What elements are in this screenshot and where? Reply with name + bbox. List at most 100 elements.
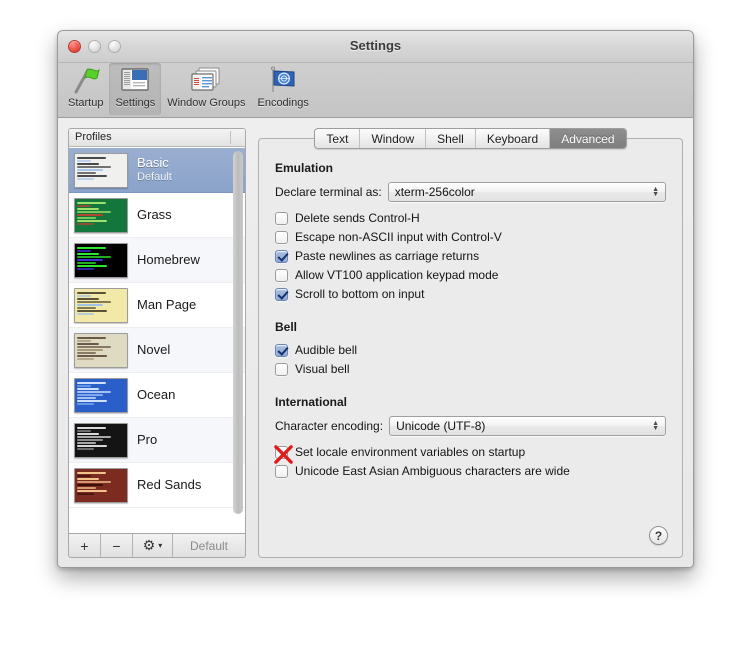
tab-keyboard[interactable]: Keyboard: [476, 129, 551, 148]
un-flag-icon: [266, 65, 300, 95]
toolbar-label: Encodings: [257, 97, 309, 109]
bell-checkbox-group: Audible bell Visual bell: [275, 341, 666, 378]
checkbox-row-unicode-east-asian-ambiguous-characters-are-wide[interactable]: Unicode East Asian Ambiguous characters …: [275, 462, 666, 480]
tab-window[interactable]: Window: [360, 129, 427, 148]
checkbox-audible-bell[interactable]: [275, 343, 288, 357]
checkbox-label: Paste newlines as carriage returns: [295, 249, 480, 263]
declare-terminal-value: xterm-256color: [394, 185, 475, 199]
declare-terminal-select[interactable]: xterm-256color ▲ ▼: [387, 182, 666, 202]
checkbox-row-allow-vt100-application-keypad-mode[interactable]: Allow VT100 application keypad mode: [275, 266, 666, 284]
checkbox-label: Set locale environment variables on star…: [295, 445, 526, 459]
chevron-down-icon: ▾: [158, 541, 163, 550]
checkbox-label: Delete sends Control-H: [295, 211, 420, 225]
profile-labels: Pro: [137, 431, 158, 448]
profiles-list[interactable]: Basic Default Grass Homebrew Man Page Novel Oc…: [69, 148, 245, 533]
checkbox-row-set-locale-environment-variables-on-startup[interactable]: Set locale environment variables on star…: [274, 443, 666, 464]
emulation-section-title: Emulation: [275, 161, 334, 175]
checkbox-label: Unicode East Asian Ambiguous characters …: [295, 464, 570, 478]
profiles-scrollbar[interactable]: [233, 151, 243, 529]
window-groups-icon: [189, 65, 223, 95]
checkbox-delete-sends-control-h[interactable]: [275, 211, 288, 225]
profile-row-ocean[interactable]: Ocean: [69, 373, 245, 418]
declare-terminal-label: Declare terminal as:: [275, 185, 382, 199]
profile-thumbnail: [74, 467, 128, 503]
toolbar-item-startup[interactable]: Startup: [62, 63, 109, 115]
advanced-panel: Emulation Declare terminal as: xterm-256…: [258, 138, 683, 558]
checkbox-paste-newlines-as-carriage-returns[interactable]: [275, 249, 288, 263]
profile-row-homebrew[interactable]: Homebrew: [69, 238, 245, 283]
tab-group: Text Window Shell Keyboard Advanced: [314, 128, 627, 149]
tab-advanced[interactable]: Advanced: [550, 129, 626, 148]
profile-row-red-sands[interactable]: Red Sands: [69, 463, 245, 508]
checkbox-label: Allow VT100 application keypad mode: [295, 268, 499, 282]
checkbox-row-scroll-to-bottom-on-input[interactable]: Scroll to bottom on input: [275, 285, 666, 303]
profile-name: Novel: [137, 341, 171, 357]
profile-labels: Grass: [137, 206, 172, 223]
profile-name: Man Page: [137, 296, 197, 312]
profile-default-badge: Default: [137, 171, 172, 184]
stepper-arrows-icon: ▲ ▼: [652, 420, 659, 432]
emulation-checkbox-group: Delete sends Control-H Escape non-ASCII i…: [275, 209, 666, 303]
checkbox-allow-vt100-application-keypad-mode[interactable]: [275, 268, 288, 282]
profile-name: Ocean: [137, 386, 176, 402]
profile-thumbnail: [74, 422, 128, 458]
checkbox-escape-non-ascii-input-with-control-v[interactable]: [275, 230, 288, 244]
international-checkbox-group: Set locale environment variables on star…: [274, 443, 666, 480]
toolbar-item-settings[interactable]: Settings: [109, 63, 162, 115]
profile-thumbnail: [74, 287, 128, 323]
toolbar-item-window-groups[interactable]: Window Groups: [161, 63, 251, 115]
profile-name: Pro: [137, 431, 158, 447]
profile-name: Grass: [137, 206, 172, 222]
profile-labels: Red Sands: [137, 477, 201, 493]
checkbox-visual-bell[interactable]: [275, 362, 288, 376]
profile-row-basic[interactable]: Basic Default: [69, 148, 245, 193]
profiles-box: Profiles Basic Default Grass Homebrew Man Pa…: [68, 128, 246, 534]
profile-row-pro[interactable]: Pro: [69, 418, 245, 463]
set-default-button[interactable]: Default: [173, 534, 245, 557]
profile-labels: Ocean: [137, 386, 176, 403]
toolbar-label: Startup: [68, 97, 104, 109]
checkbox-row-escape-non-ascii-input-with-control-v[interactable]: Escape non-ASCII input with Control-V: [275, 228, 666, 246]
checkbox-row-paste-newlines-as-carriage-returns[interactable]: Paste newlines as carriage returns: [275, 247, 666, 265]
checkbox-label: Audible bell: [295, 343, 358, 357]
checkbox-unicode-east-asian-ambiguous-characters-are-wide[interactable]: [275, 464, 288, 478]
profile-thumbnail: [74, 242, 128, 278]
profile-thumbnail: [74, 152, 128, 188]
profile-thumbnail: [74, 377, 128, 413]
profile-row-novel[interactable]: Novel: [69, 328, 245, 373]
window-body: Profiles Basic Default Grass Homebrew Man Pa…: [58, 118, 693, 567]
add-profile-button[interactable]: +: [69, 534, 101, 557]
window-titlebar: Settings: [58, 31, 693, 63]
help-button[interactable]: ?: [649, 526, 668, 545]
toolbar-item-encodings[interactable]: Encodings: [251, 63, 314, 115]
remove-profile-button[interactable]: −: [101, 534, 133, 557]
settings-window: Settings Startup Settings Window Groups …: [57, 30, 694, 568]
checkbox-row-visual-bell[interactable]: Visual bell: [275, 360, 666, 378]
checkbox-row-audible-bell[interactable]: Audible bell: [275, 341, 666, 359]
character-encoding-value: Unicode (UTF-8): [396, 419, 486, 433]
tab-shell[interactable]: Shell: [426, 129, 476, 148]
character-encoding-select[interactable]: Unicode (UTF-8) ▲ ▼: [389, 416, 666, 436]
checkbox-set-locale-environment-variables-on-startup[interactable]: [274, 444, 293, 464]
profiles-scrollbar-thumb[interactable]: [233, 151, 243, 514]
profile-thumbnail: [74, 332, 128, 368]
profiles-toolbar: + − ⚙ ▾ Default: [68, 534, 246, 558]
profiles-panel: Profiles Basic Default Grass Homebrew Man Pa…: [68, 128, 246, 558]
profile-row-grass[interactable]: Grass: [69, 193, 245, 238]
checkbox-label: Escape non-ASCII input with Control-V: [295, 230, 502, 244]
flag-icon: [69, 65, 103, 95]
tab-text[interactable]: Text: [315, 129, 361, 148]
checkbox-row-delete-sends-control-h[interactable]: Delete sends Control-H: [275, 209, 666, 227]
profile-name: Homebrew: [137, 251, 200, 267]
profile-labels: Basic Default: [137, 155, 172, 184]
settings-window-icon: [118, 65, 152, 95]
profiles-column-header[interactable]: Profiles: [69, 129, 245, 147]
profile-actions-button[interactable]: ⚙ ▾: [133, 534, 173, 557]
checkbox-scroll-to-bottom-on-input[interactable]: [275, 287, 288, 301]
profile-labels: Man Page: [137, 296, 197, 313]
profile-row-man-page[interactable]: Man Page: [69, 283, 245, 328]
main-toolbar: Startup Settings Window Groups Encodings: [58, 63, 693, 118]
character-encoding-row: Character encoding: Unicode (UTF-8) ▲ ▼: [275, 416, 666, 436]
checkbox-label: Scroll to bottom on input: [295, 287, 425, 301]
profile-thumbnail: [74, 197, 128, 233]
